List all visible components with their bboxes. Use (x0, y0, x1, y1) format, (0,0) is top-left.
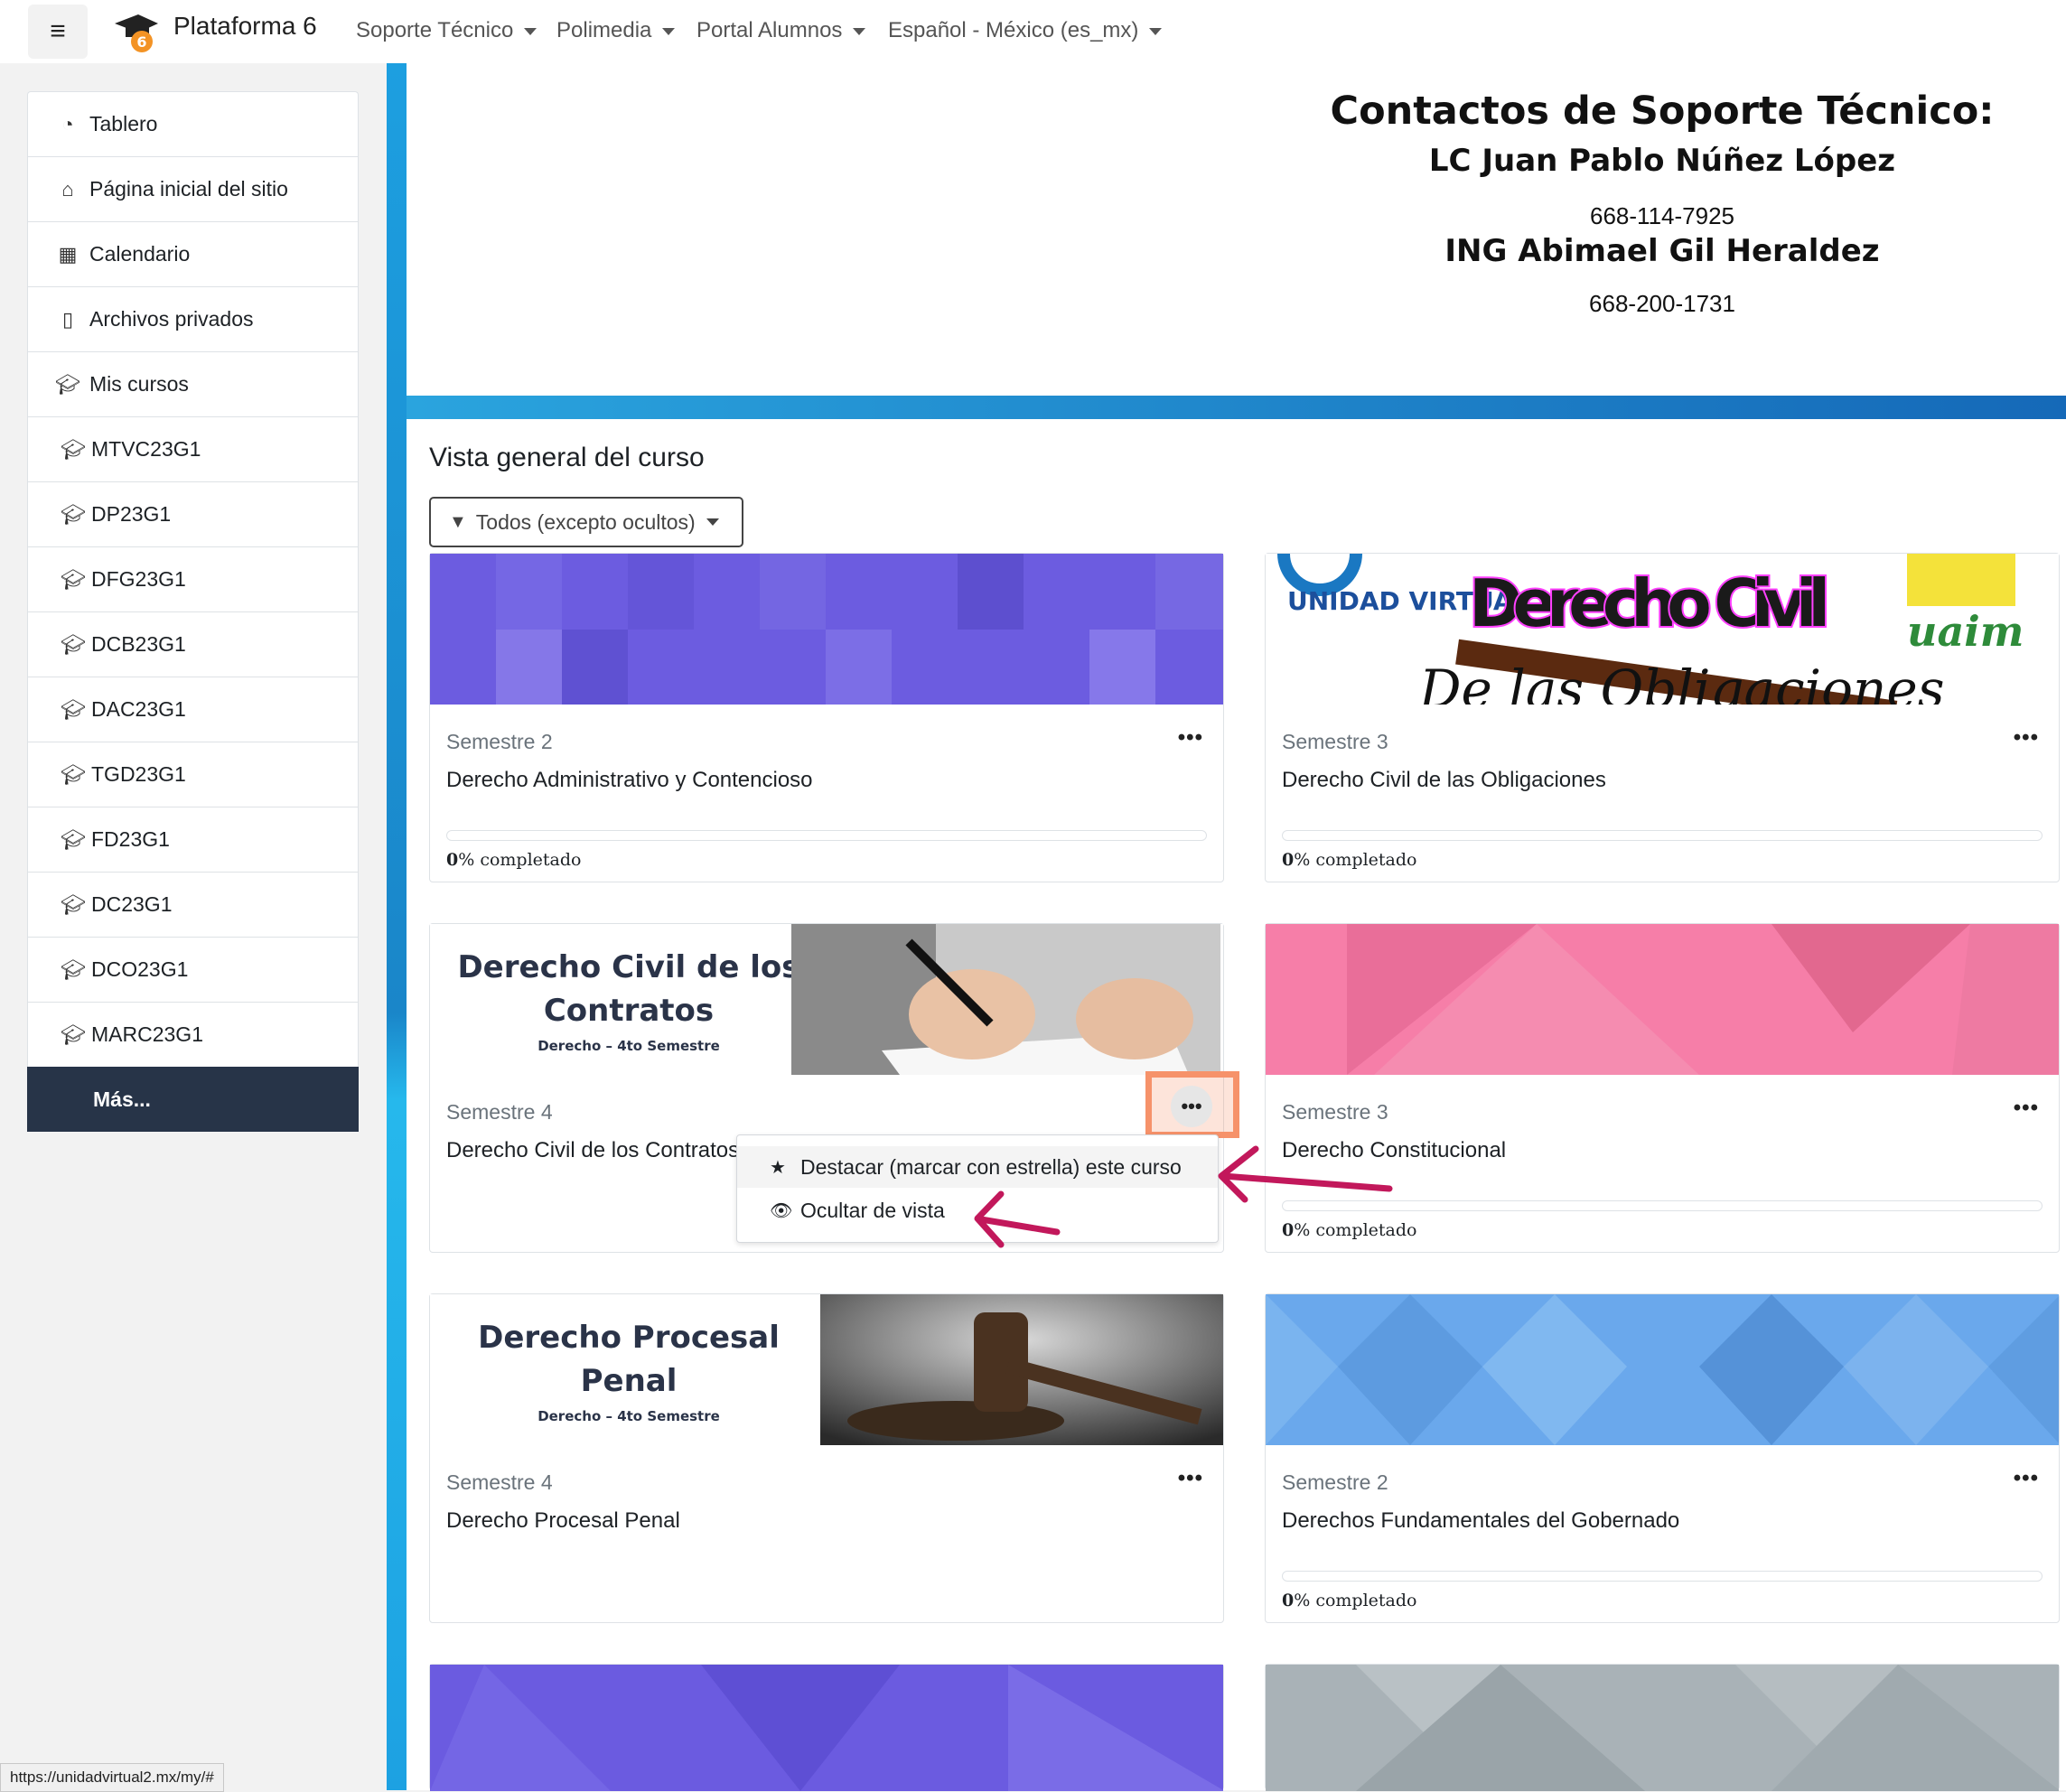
arrow-icon (1220, 1172, 1393, 1192)
arrow-icon (977, 1216, 1061, 1236)
status-bar-url: https://unidadvirtual2.mx/my/# (0, 1763, 224, 1792)
annotation-arrows (974, 1145, 1393, 1248)
